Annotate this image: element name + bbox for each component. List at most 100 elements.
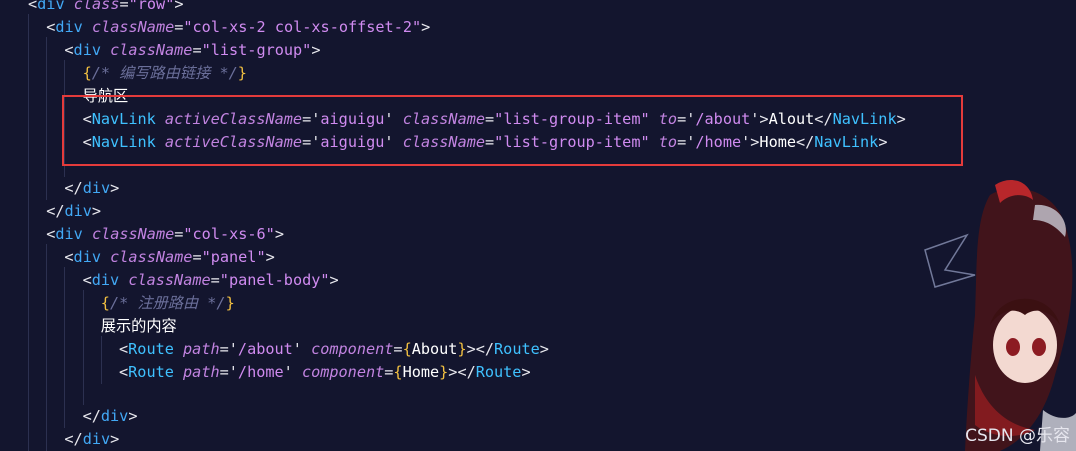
highlight-box <box>62 95 963 166</box>
code-token: > <box>329 271 339 289</box>
code-token: < <box>119 363 129 381</box>
code-token: > <box>110 430 120 448</box>
code-token: div <box>82 179 111 197</box>
code-line[interactable]: </div> <box>46 200 101 223</box>
code-token: } <box>225 294 235 312</box>
code-token: path <box>183 340 220 358</box>
code-line[interactable]: <Route path='/about' component={About}><… <box>119 338 549 361</box>
code-line[interactable]: <div className="list-group"> <box>64 39 320 62</box>
code-token: className <box>91 18 175 36</box>
code-token: Route <box>494 340 540 358</box>
code-token: About <box>411 340 458 358</box>
code-token: "col-xs-2 col-xs-offset-2" <box>183 18 422 36</box>
code-token: ' <box>292 340 302 358</box>
code-token: > <box>174 0 184 13</box>
code-line[interactable]: <div class="row"> <box>28 0 184 16</box>
code-token: { <box>82 64 92 82</box>
indent-guide <box>46 244 47 451</box>
code-line[interactable]: </div> <box>64 428 119 451</box>
code-line[interactable]: </div> <box>83 405 138 428</box>
indent-guide <box>83 290 84 405</box>
code-token: > <box>265 248 275 266</box>
code-token: component <box>301 363 385 381</box>
code-token: component <box>311 340 394 358</box>
code-token: div <box>64 202 92 220</box>
code-token: className <box>110 41 193 59</box>
code-token: 展示的内容 <box>100 317 177 335</box>
code-token: = <box>210 271 220 289</box>
code-token: < <box>64 248 74 266</box>
code-token: < <box>28 0 38 13</box>
code-line[interactable]: <div className="panel-body"> <box>83 269 339 292</box>
code-token: > <box>110 179 120 197</box>
code-token: className <box>91 225 175 243</box>
code-token: { <box>100 294 110 312</box>
code-token: = <box>192 248 202 266</box>
indent-guide <box>28 14 29 451</box>
code-token: < <box>82 271 92 289</box>
mascot-illustration <box>924 180 1076 451</box>
code-token: { <box>393 363 403 381</box>
code-token: < <box>46 18 56 36</box>
code-token: div <box>91 271 120 289</box>
code-token: className <box>110 248 193 266</box>
code-token: = <box>219 363 229 381</box>
code-token: Route <box>128 363 174 381</box>
code-token: Route <box>475 363 522 381</box>
code-line[interactable]: {/* 注册路由 */} <box>101 292 235 315</box>
code-token: > <box>539 340 549 358</box>
code-token: </ <box>64 179 83 197</box>
code-token: < <box>64 41 74 59</box>
code-token: { <box>402 340 412 358</box>
code-token: "row" <box>128 0 175 13</box>
code-line[interactable]: <div className="col-xs-6"> <box>46 223 284 246</box>
code-line[interactable]: 展示的内容 <box>101 315 177 338</box>
code-token: } <box>439 363 449 381</box>
code-token: > <box>311 41 321 59</box>
code-token: = <box>119 0 129 13</box>
code-line[interactable]: <div className="panel"> <box>64 246 274 269</box>
code-token: /about <box>237 340 293 358</box>
code-token: div <box>73 41 101 59</box>
code-token: "col-xs-6" <box>183 225 275 243</box>
code-token: ' <box>228 340 238 358</box>
code-token: > <box>91 202 102 220</box>
code-line[interactable]: <Route path='/home' component={Home}></R… <box>119 361 531 384</box>
code-line[interactable]: <div className="col-xs-2 col-xs-offset-2… <box>46 16 430 39</box>
code-token: ' <box>283 363 293 381</box>
code-token: > <box>128 407 138 425</box>
code-token: > <box>521 363 531 381</box>
code-token: div <box>82 430 111 448</box>
indent-guide <box>64 267 65 428</box>
code-token: = <box>219 340 229 358</box>
code-line[interactable]: {/* 编写路由链接 */} <box>83 62 247 85</box>
code-token: /* 编写路由链接 */ <box>91 64 238 82</box>
code-token: } <box>457 340 467 358</box>
code-token: className <box>128 271 211 289</box>
code-token: < <box>119 340 129 358</box>
code-token: > <box>421 18 431 36</box>
code-token: = <box>192 41 202 59</box>
code-token: div <box>55 18 83 36</box>
code-token: Home <box>402 363 440 381</box>
code-token: > <box>274 225 284 243</box>
code-token: div <box>37 0 65 13</box>
code-token: < <box>46 225 56 243</box>
code-token: </ <box>64 430 83 448</box>
code-token: </ <box>46 202 65 220</box>
code-line[interactable]: </div> <box>64 177 119 200</box>
code-token: "list-group" <box>201 41 312 59</box>
code-token: class <box>73 0 120 13</box>
code-token: </ <box>82 407 101 425</box>
code-token: Route <box>128 340 174 358</box>
code-token: ></ <box>448 363 476 381</box>
